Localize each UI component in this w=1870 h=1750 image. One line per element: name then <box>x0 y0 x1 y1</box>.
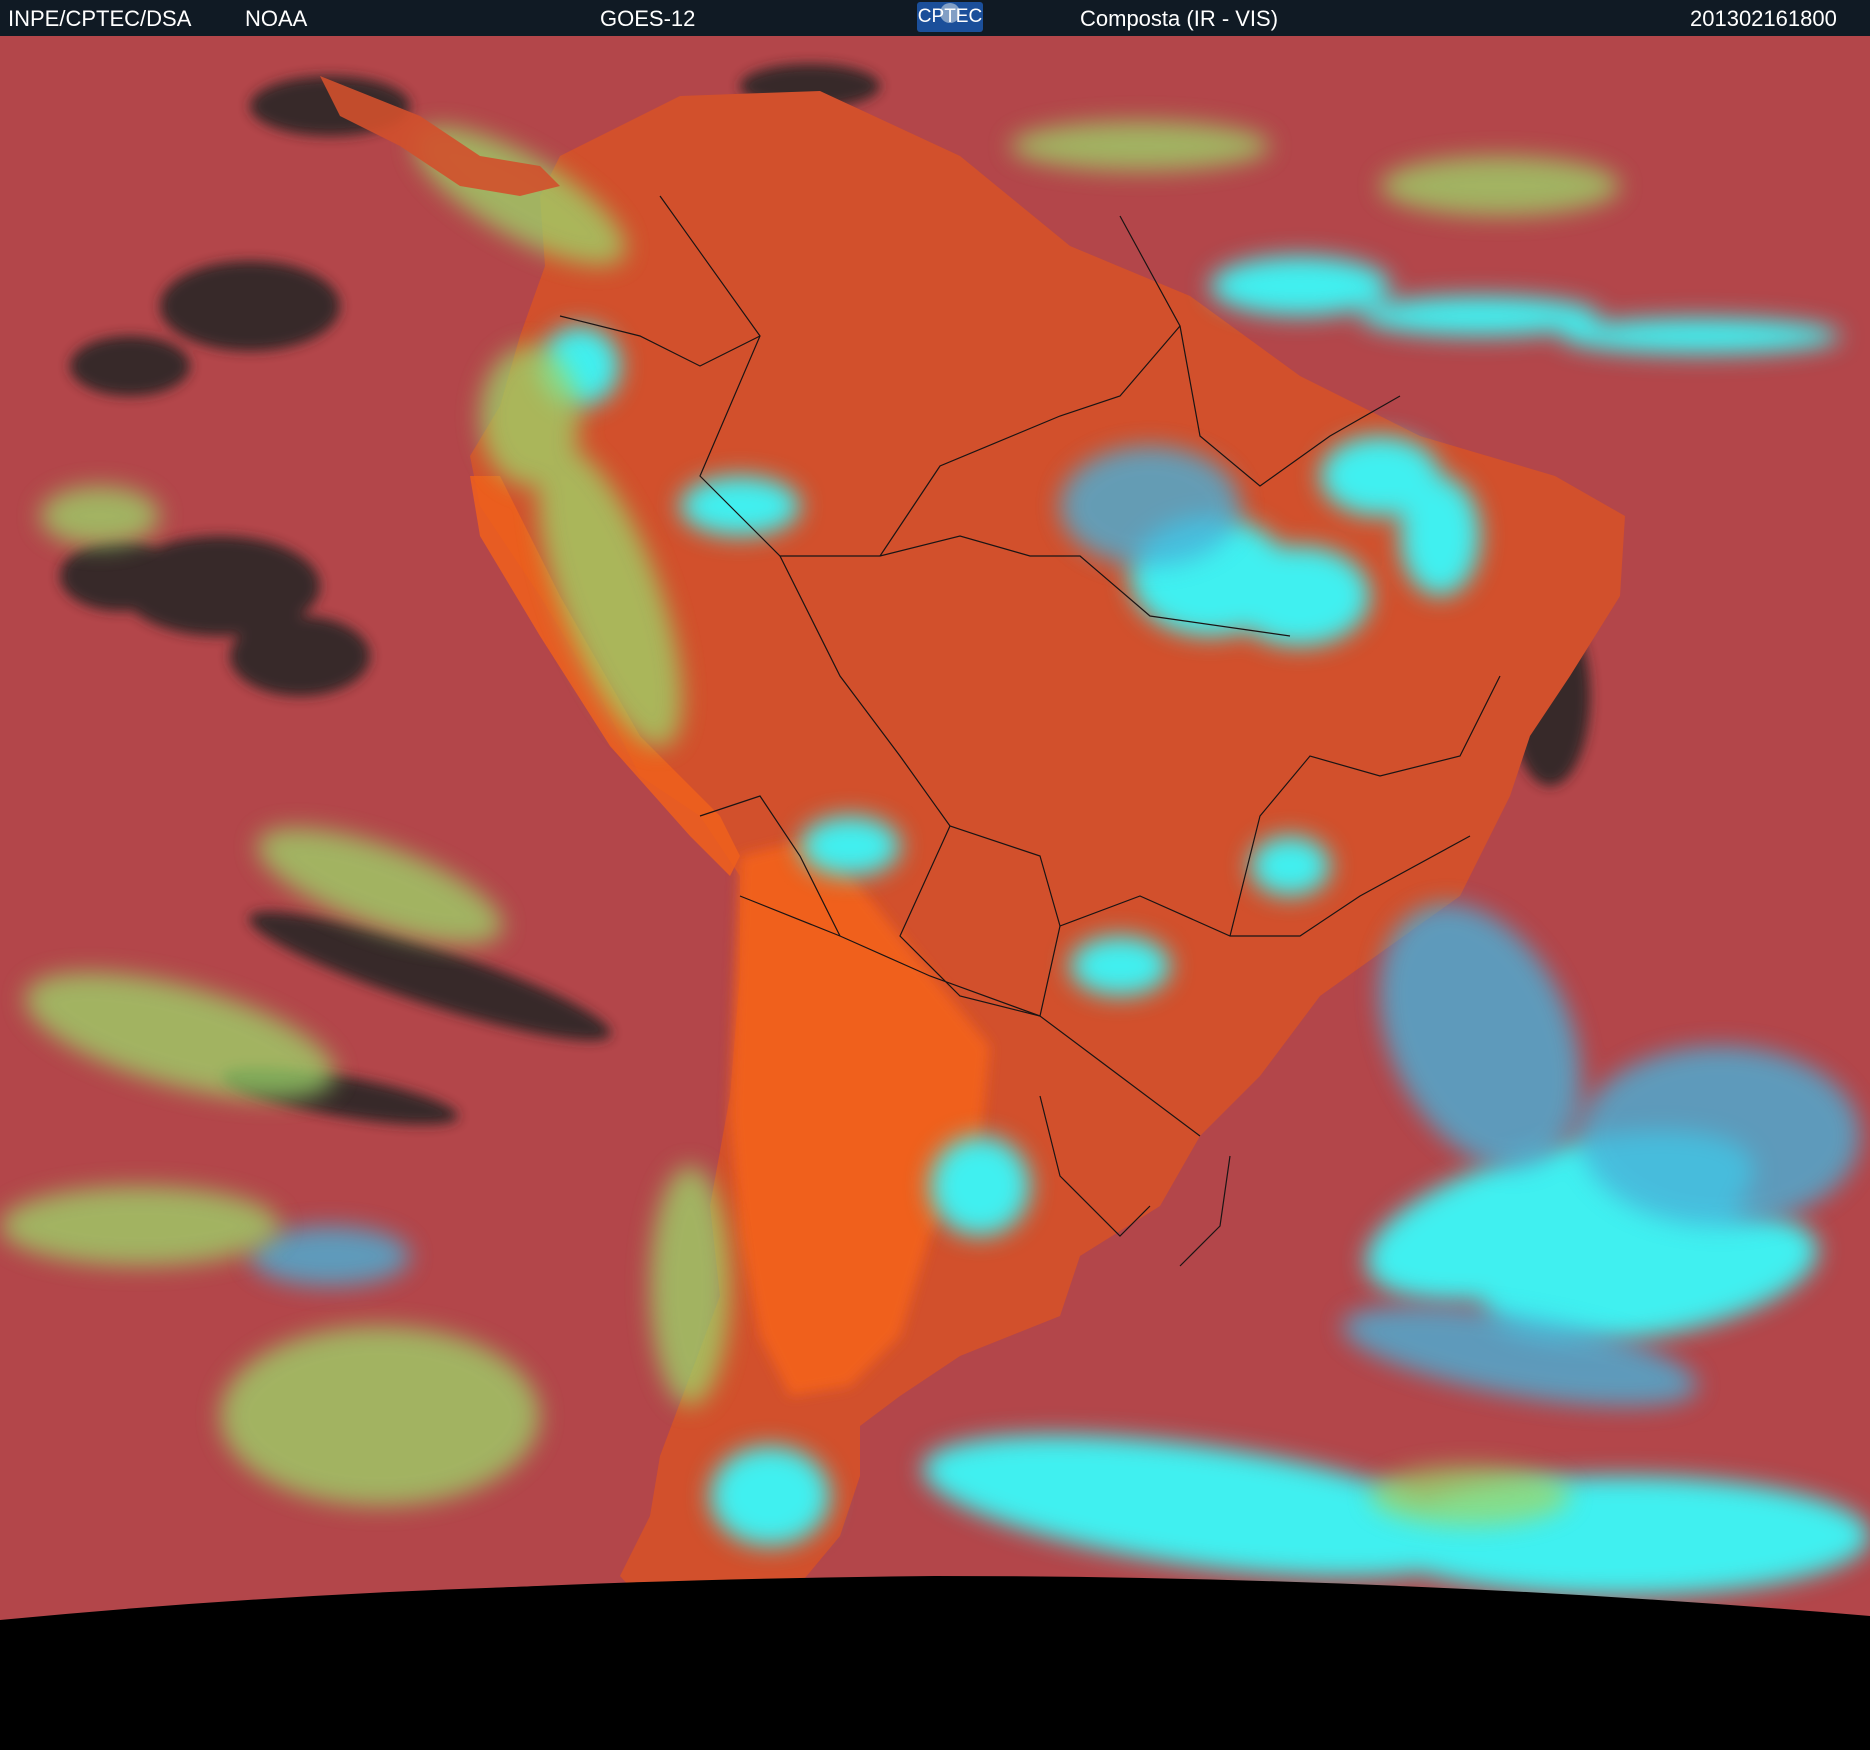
source-label: NOAA <box>245 6 308 31</box>
timestamp-label: 201302161800 <box>1690 6 1837 31</box>
cptec-logo: CPTEC <box>917 2 983 32</box>
product-label: Composta (IR - VIS) <box>1080 6 1279 31</box>
satellite-composite-image <box>0 36 1870 1620</box>
empty-bottom-band <box>0 1620 1870 1750</box>
logo-text: CPTEC <box>917 6 983 27</box>
image-header: INPE/CPTEC/DSA NOAA GOES-12 CPTEC Compos… <box>0 0 1870 36</box>
satellite-label: GOES-12 <box>600 6 696 31</box>
agency-label: INPE/CPTEC/DSA <box>8 6 192 31</box>
